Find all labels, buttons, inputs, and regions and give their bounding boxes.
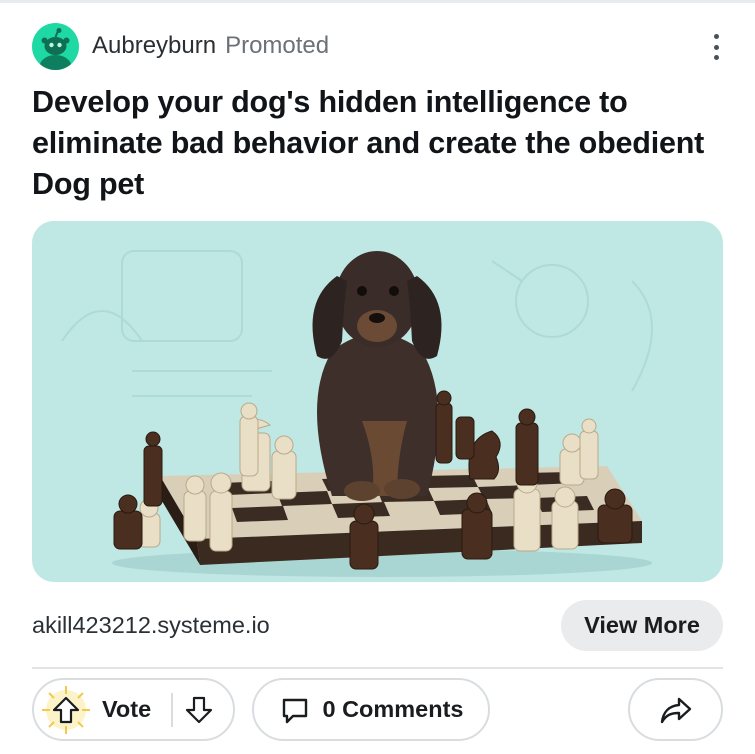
reddit-alien-icon (39, 27, 72, 70)
author-name[interactable]: Aubreyburn (92, 32, 216, 60)
upvote-button[interactable] (40, 684, 92, 736)
more-options-button[interactable] (704, 30, 728, 64)
share-arrow-icon (657, 691, 695, 729)
avatar[interactable] (32, 22, 79, 70)
speech-bubble-icon (278, 693, 312, 727)
vote-label: Vote (102, 696, 152, 722)
share-button[interactable] (628, 678, 723, 741)
view-more-button[interactable]: View More (561, 600, 723, 651)
downvote-arrow-icon (186, 696, 213, 723)
comments-count-label: 0 Comments (322, 696, 464, 722)
dog-chess-image (61, 250, 653, 577)
vote-separator (171, 692, 174, 727)
post-title[interactable]: Develop your dog's hidden intelligence t… (32, 82, 732, 205)
actions-divider (32, 667, 723, 669)
downvote-button[interactable] (181, 692, 217, 728)
top-divider (0, 0, 755, 3)
post-image[interactable] (32, 221, 723, 582)
comments-button[interactable]: 0 Comments (252, 678, 490, 741)
post-domain-link[interactable]: akill423212.systeme.io (32, 612, 270, 639)
vertical-ellipsis-icon (713, 34, 719, 39)
post-header: Aubreyburn Promoted (32, 21, 732, 71)
promoted-label: Promoted (225, 32, 330, 59)
upvote-arrow-icon (52, 696, 80, 723)
vote-control: Vote (32, 678, 235, 741)
